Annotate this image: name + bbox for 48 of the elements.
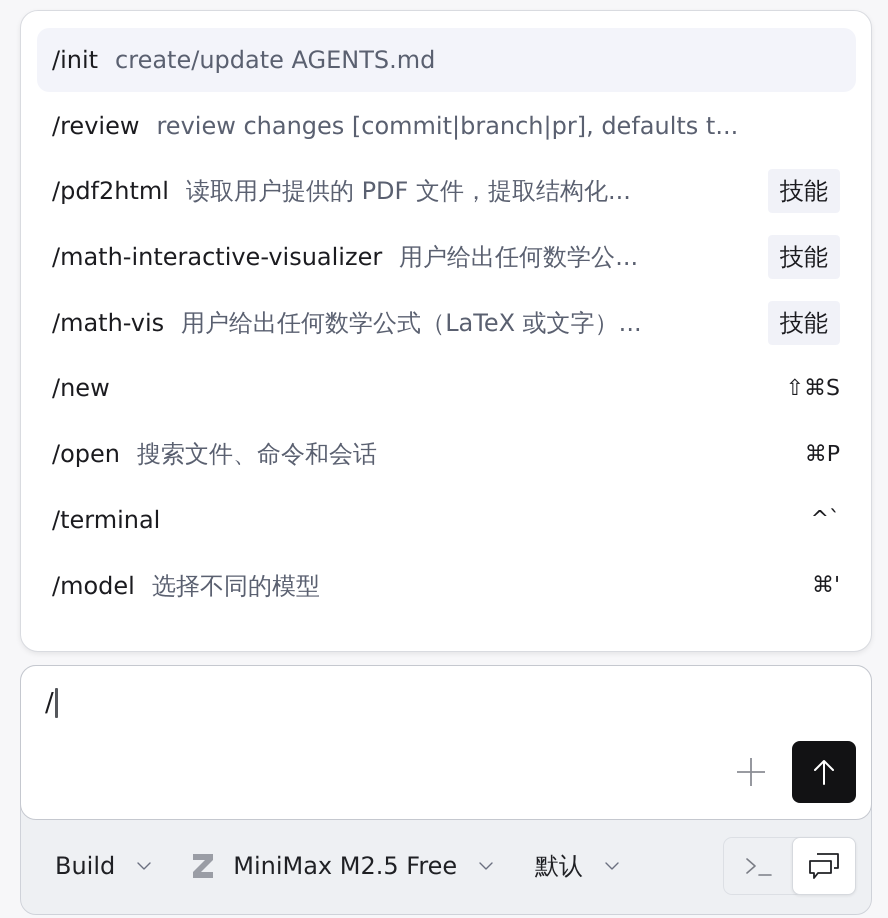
command-item[interactable]: /terminal ^` [37,488,856,552]
command-description: 用户给出任何数学公... [399,242,638,274]
terminal-icon [746,856,772,876]
message-input[interactable]: / [20,665,872,820]
chevron-down-icon [137,862,152,870]
command-item[interactable]: /math-interactive-visualizer 用户给出任何数学公... 技能 [37,225,856,290]
skill-tag: 技能 [768,300,840,345]
command-item[interactable]: /new ⇧⌘S [37,356,856,420]
shortcut-label: ⌘P [804,442,840,467]
command-item[interactable]: /open 搜索文件、命令和会话 ⌘P [37,422,856,486]
command-name: /math-vis [52,308,164,337]
command-item[interactable]: /review review changes [commit|branch|pr], defaults t... [37,94,856,158]
command-description: create/update AGENTS.md [115,46,436,74]
command-name: /init [52,46,98,74]
command-item[interactable]: /pdf2html 读取用户提供的 PDF 文件，提取结构化... 技能 [37,159,856,224]
shortcut-label: ^` [810,507,840,532]
plus-icon [736,757,766,787]
command-name: /terminal [52,506,160,534]
chat-bubbles-icon [809,852,839,878]
add-button[interactable] [736,757,766,787]
chat-view-button[interactable] [792,836,856,894]
command-name: /model [52,572,135,600]
shortcut-label: ⇧⌘S [786,376,840,401]
command-item[interactable]: /init create/update AGENTS.md [37,28,856,92]
command-description: 搜索文件、命令和会话 [136,439,377,470]
chevron-down-icon [605,862,620,870]
command-name: /open [52,440,120,468]
model-dropdown[interactable]: MiniMax M2.5 Free [183,852,504,880]
variant-dropdown[interactable]: 默认 [525,850,630,882]
chevron-down-icon [479,862,494,870]
arrow-up-icon [814,759,834,785]
command-description: review changes [commit|branch|pr], defaults t... [156,112,738,140]
shortcut-label: ⌘' [812,573,840,598]
send-button[interactable] [792,741,856,803]
skill-tag: 技能 [768,235,840,280]
model-logo-icon [193,854,214,878]
agent-dropdown[interactable]: Build [45,852,162,880]
skill-tag: 技能 [768,169,840,214]
command-name: /math-interactive-visualizer [52,243,382,272]
command-item[interactable]: /math-vis 用户给出任何数学公式（LaTeX 或文字）... 技能 [37,290,856,355]
text-cursor [54,688,58,718]
command-name: /pdf2html [52,177,169,206]
command-description: 读取用户提供的 PDF 文件，提取结构化... [186,176,631,208]
command-name: /new [52,374,110,402]
command-item[interactable]: /model 选择不同的模型 ⌘' [37,554,856,618]
command-description: 用户给出任何数学公式（LaTeX 或文字）... [181,308,642,339]
command-name: /review [52,112,140,140]
command-description: 选择不同的模型 [152,570,320,602]
